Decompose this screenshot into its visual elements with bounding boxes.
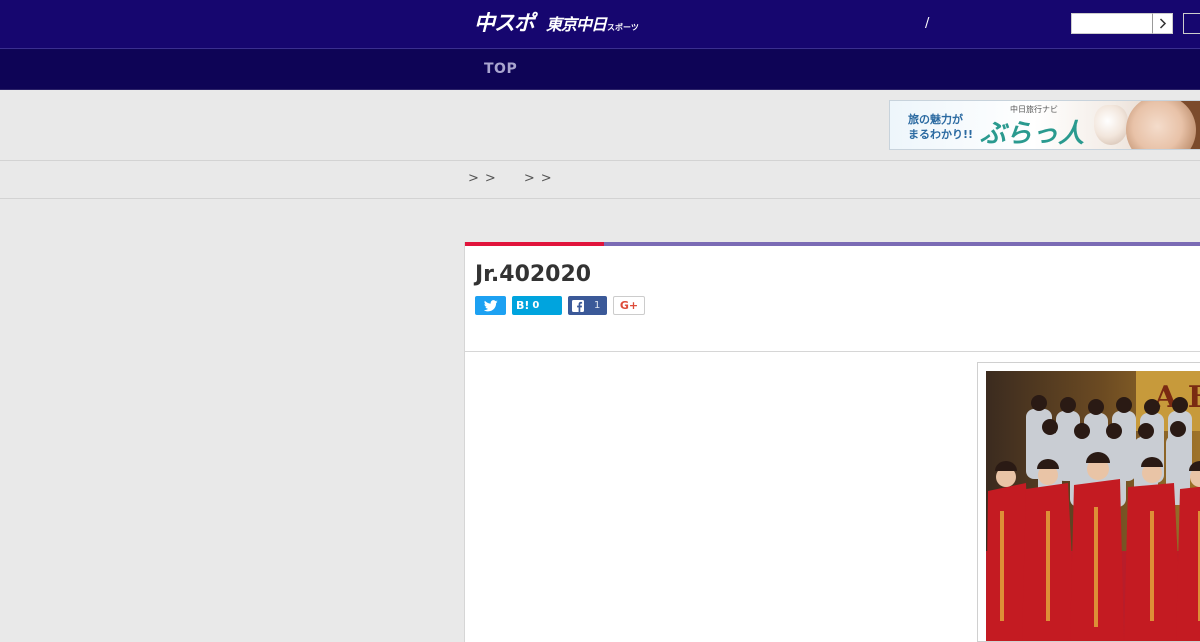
google-plus-icon: G+ [619,299,639,312]
divider [0,198,1200,199]
ad-banner[interactable]: 旅の魅力が まるわかり!! 中日旅行ナビ ぶらっ人 [889,100,1200,150]
ad-tagline-2: まるわかり!! [908,128,974,141]
group-photo-image: A.BC [986,371,1200,641]
twitter-bird-icon [483,299,498,311]
ad-model-face [1126,101,1196,149]
breadcrumb-link[interactable] [502,171,524,186]
ad-brand-logo: ぶらっ人 [980,119,1085,149]
breadcrumb-separator: > [484,171,496,186]
twitter-share-button[interactable] [475,296,506,315]
breadcrumb-separator: > [540,171,552,186]
main-nav: TOP [0,49,1200,90]
search-input[interactable] [1071,13,1153,34]
hatena-bookmark-button[interactable]: B! 0 [512,296,562,315]
article-title: Jr.402020 [475,262,592,287]
logo-tokyo-chunichi: 東京中日 [546,15,607,34]
article-header: Jr.402020 B! 0 1 G+ [464,242,1200,352]
facebook-share-button[interactable]: 1 [568,296,607,315]
breadcrumb-separator: > [523,171,535,186]
header-separator: / [925,16,930,31]
facebook-count: 1 [594,300,601,311]
hatena-count: 0 [532,300,540,311]
site-logo[interactable]: 中スポ 東京中日 スポーツ [474,9,639,39]
nav-item-top[interactable]: TOP [484,61,517,77]
breadcrumb-separator: > [468,171,479,186]
logo-sports: スポーツ [607,23,639,32]
ad-tagline-1: 旅の魅力が [908,113,963,126]
hatena-bookmark-icon: B! [516,299,530,312]
search-button[interactable] [1152,13,1173,34]
accent-bar [604,242,1200,246]
article-photo-frame: A.BC [977,362,1200,642]
chevron-right-icon [1159,18,1166,29]
divider [0,160,1200,161]
logo-chuspo: 中スポ [474,11,535,35]
breadcrumb: > > > > [468,171,558,186]
facebook-f-icon [572,299,584,312]
site-header: 中スポ 東京中日 スポーツ / [0,0,1200,49]
ad-seashell-image [1094,105,1128,145]
category-accent-bar [465,242,604,246]
article-photo[interactable]: A.BC [986,371,1200,641]
google-plus-share-button[interactable]: G+ [613,296,645,315]
login-button[interactable] [1183,13,1200,34]
article-body: A.BC [464,352,1200,642]
